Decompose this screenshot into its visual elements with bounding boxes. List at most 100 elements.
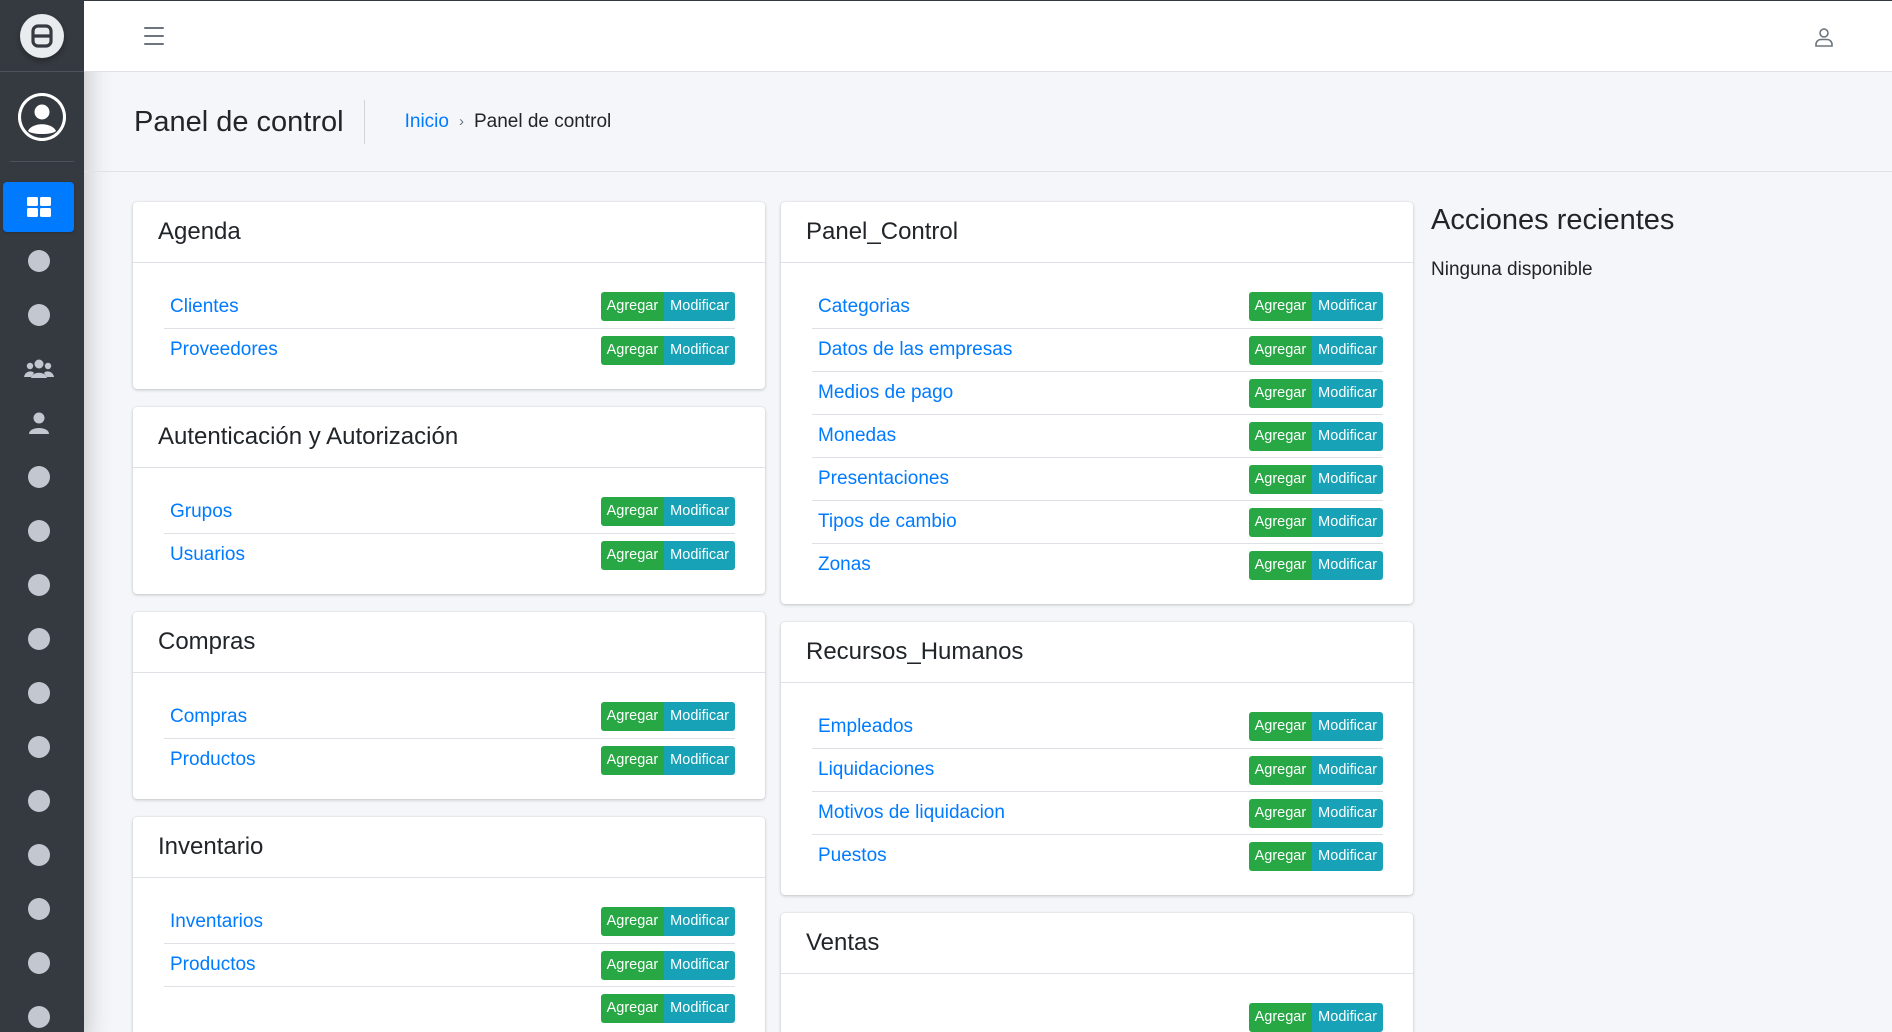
edit-button[interactable]: Modificar xyxy=(1312,421,1383,451)
edit-button[interactable]: Modificar xyxy=(1312,550,1383,580)
add-button[interactable]: Agregar xyxy=(1248,378,1313,408)
row-actions: Agregar Modificar xyxy=(1248,798,1383,828)
edit-button[interactable]: Modificar xyxy=(1312,798,1383,828)
sidebar-item-3[interactable] xyxy=(3,290,74,340)
add-button[interactable]: Agregar xyxy=(1248,292,1313,321)
add-button[interactable]: Agregar xyxy=(600,497,665,526)
add-button[interactable]: Agregar xyxy=(1248,464,1313,494)
edit-button[interactable]: Modificar xyxy=(664,950,735,980)
add-button[interactable]: Agregar xyxy=(1248,550,1313,580)
sidebar-item-5[interactable] xyxy=(3,398,74,448)
add-button[interactable]: Agregar xyxy=(600,907,665,936)
model-link[interactable]: Proveedores xyxy=(170,339,278,361)
add-button[interactable]: Agregar xyxy=(1248,755,1313,785)
row-actions: Agregar Modificar xyxy=(1248,335,1383,365)
edit-button[interactable]: Modificar xyxy=(664,702,735,731)
add-button[interactable]: Agregar xyxy=(600,745,665,775)
model-link[interactable]: Categorias xyxy=(818,296,910,318)
model-link[interactable]: Tipos de cambio xyxy=(818,511,957,533)
sidebar-item-15[interactable] xyxy=(3,938,74,988)
sidebar-item-12[interactable] xyxy=(3,776,74,826)
edit-button[interactable]: Modificar xyxy=(1312,712,1383,741)
edit-button[interactable]: Modificar xyxy=(664,292,735,321)
sidebar-item-10[interactable] xyxy=(3,668,74,718)
model-link[interactable]: Productos xyxy=(170,954,256,976)
edit-button[interactable]: Modificar xyxy=(664,745,735,775)
edit-button[interactable]: Modificar xyxy=(664,540,735,570)
breadcrumb: Inicio › Panel de control xyxy=(405,111,612,133)
module-card-panel-control: Panel_Control Categorias Agregar Modificar D… xyxy=(781,202,1413,604)
model-link[interactable]: Productos xyxy=(170,749,256,771)
circle-icon xyxy=(27,736,50,758)
row-actions: Agregar Modificar xyxy=(1248,1003,1383,1032)
user-menu-icon[interactable] xyxy=(1812,25,1836,49)
card-body: Inventarios Agregar Modificar Productos Agre… xyxy=(133,878,765,1032)
model-link[interactable]: Clientes xyxy=(170,296,239,318)
edit-button[interactable]: Modificar xyxy=(1312,292,1383,321)
model-link[interactable]: Puestos xyxy=(818,845,887,867)
sidebar-item-1[interactable] xyxy=(3,182,74,232)
sidebar-item-9[interactable] xyxy=(3,614,74,664)
sidebar-item-16[interactable] xyxy=(3,992,74,1032)
row-actions: Agregar Modificar xyxy=(1248,507,1383,537)
edit-button[interactable]: Modificar xyxy=(1312,335,1383,365)
breadcrumb-home-link[interactable]: Inicio xyxy=(405,111,449,133)
edit-button[interactable]: Modificar xyxy=(1312,378,1383,408)
card-title: Inventario xyxy=(158,833,264,860)
edit-button[interactable]: Modificar xyxy=(664,993,735,1023)
sidebar-item-6[interactable] xyxy=(3,452,74,502)
add-button[interactable]: Agregar xyxy=(600,950,665,980)
sidebar-item-2[interactable] xyxy=(3,236,74,286)
model-link[interactable]: Inventarios xyxy=(170,911,263,933)
add-button[interactable]: Agregar xyxy=(600,993,665,1023)
add-button[interactable]: Agregar xyxy=(600,292,665,321)
model-link[interactable]: Zonas xyxy=(818,554,871,576)
model-link[interactable]: Monedas xyxy=(818,425,896,447)
model-link[interactable]: Compras xyxy=(170,706,247,728)
add-button[interactable]: Agregar xyxy=(1248,841,1313,871)
edit-button[interactable]: Modificar xyxy=(664,335,735,365)
sidebar-item-4[interactable] xyxy=(3,344,74,394)
menu-toggle-icon[interactable] xyxy=(144,27,164,45)
add-button[interactable]: Agregar xyxy=(600,540,665,570)
add-button[interactable]: Agregar xyxy=(1248,335,1313,365)
sidebar-item-11[interactable] xyxy=(3,722,74,772)
model-link[interactable]: Datos de las empresas xyxy=(818,339,1012,361)
add-button[interactable]: Agregar xyxy=(600,702,665,731)
add-button[interactable]: Agregar xyxy=(1248,712,1313,741)
model-link[interactable]: Grupos xyxy=(170,501,232,523)
model-link[interactable]: Motivos de liquidacion xyxy=(818,802,1005,824)
sidebar-item-13[interactable] xyxy=(3,830,74,880)
circle-icon xyxy=(27,790,50,812)
row-actions: Agregar Modificar xyxy=(1248,550,1383,580)
edit-button[interactable]: Modificar xyxy=(1312,755,1383,785)
model-link[interactable]: Liquidaciones xyxy=(818,759,934,781)
brand[interactable] xyxy=(0,0,84,72)
add-button[interactable]: Agregar xyxy=(1248,798,1313,828)
model-row: Productos Agregar Modificar xyxy=(164,943,735,986)
user-avatar-icon[interactable] xyxy=(18,92,66,141)
edit-button[interactable]: Modificar xyxy=(1312,1003,1383,1032)
model-row: Empleados Agregar Modificar xyxy=(812,705,1383,748)
model-link[interactable]: Usuarios xyxy=(170,544,245,566)
add-button[interactable]: Agregar xyxy=(1248,507,1313,537)
sidebar-item-14[interactable] xyxy=(3,884,74,934)
card-body: Categorias Agregar Modificar Datos de las e… xyxy=(781,263,1413,604)
edit-button[interactable]: Modificar xyxy=(664,907,735,936)
edit-button[interactable]: Modificar xyxy=(1312,507,1383,537)
edit-button[interactable]: Modificar xyxy=(1312,464,1383,494)
edit-button[interactable]: Modificar xyxy=(1312,841,1383,871)
model-row: Tipos de cambio Agregar Modificar xyxy=(812,500,1383,543)
add-button[interactable]: Agregar xyxy=(1248,1003,1313,1032)
sidebar-item-8[interactable] xyxy=(3,560,74,610)
brand-logo-icon[interactable] xyxy=(20,13,64,58)
sidebar-item-7[interactable] xyxy=(3,506,74,556)
model-link[interactable]: Presentaciones xyxy=(818,468,949,490)
add-button[interactable]: Agregar xyxy=(600,335,665,365)
card-header: Autenticación y Autorización xyxy=(133,407,765,468)
model-link[interactable]: Medios de pago xyxy=(818,382,953,404)
model-link[interactable]: Empleados xyxy=(818,716,913,738)
add-button[interactable]: Agregar xyxy=(1248,421,1313,451)
edit-button[interactable]: Modificar xyxy=(664,497,735,526)
circle-icon xyxy=(27,952,50,974)
